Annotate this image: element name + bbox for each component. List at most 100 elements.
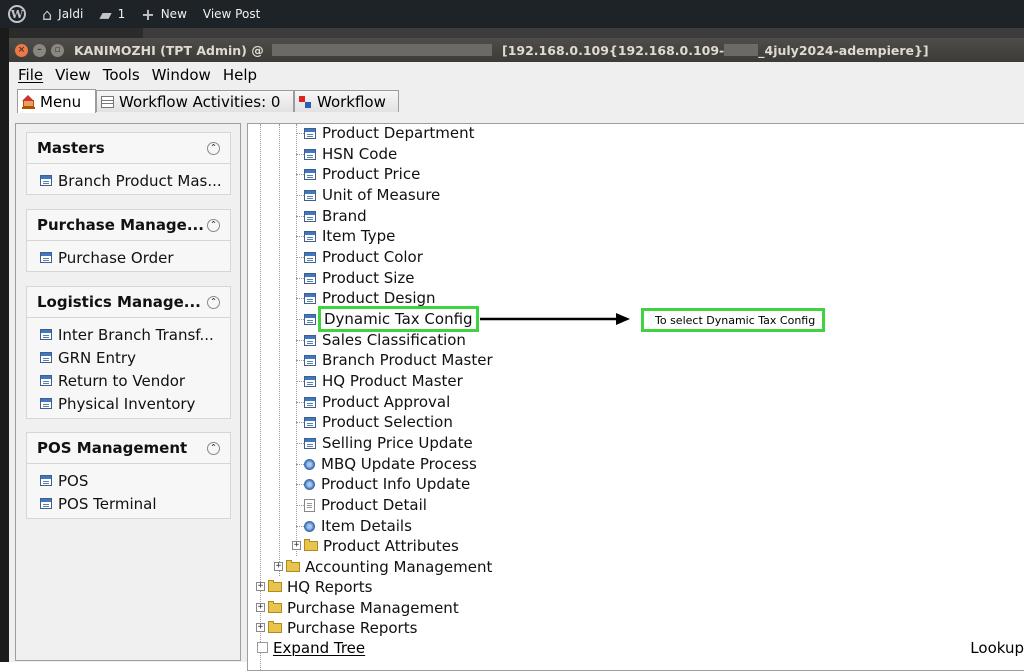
tree-folder[interactable]: + HQ Reports xyxy=(248,577,372,597)
menu-window[interactable]: Window xyxy=(152,66,211,84)
expand-tree-label[interactable]: Expand Tree xyxy=(273,639,365,657)
tree-item[interactable]: HQ Product Master xyxy=(296,371,463,391)
table-icon xyxy=(101,95,114,108)
maximize-window-button[interactable]: ▫ xyxy=(51,43,64,57)
favorite-item[interactable]: GRN Entry xyxy=(27,346,230,369)
group-title: Logistics Manage... xyxy=(37,293,201,311)
window-icon xyxy=(304,354,316,366)
group-title: Masters xyxy=(37,139,105,157)
window-icon xyxy=(304,272,316,284)
adempiere-window: × – ▫ KANIMOZHI (TPT Admin) @ [192.168.0… xyxy=(9,38,1024,671)
tree-item[interactable]: Unit of Measure xyxy=(296,185,440,205)
group-title: POS Management xyxy=(37,439,188,457)
tree-item[interactable]: Brand xyxy=(296,206,367,226)
favorite-item[interactable]: Physical Inventory xyxy=(27,392,230,415)
close-window-button[interactable]: × xyxy=(15,43,28,57)
window-icon xyxy=(40,398,52,409)
wp-comments-link[interactable]: ▰ 1 xyxy=(91,0,133,28)
window-icon xyxy=(304,189,316,201)
expand-toggle[interactable]: + xyxy=(274,562,283,571)
tree-folder[interactable]: + Accounting Management xyxy=(266,557,492,577)
wp-site-link[interactable]: ⌂ Jaldi xyxy=(34,0,91,28)
folder-icon xyxy=(286,560,300,572)
plus-icon: + xyxy=(141,4,155,24)
annotation-callout: To select Dynamic Tax Config xyxy=(641,308,825,332)
wp-site-name: Jaldi xyxy=(58,7,84,21)
tree-item[interactable]: Product Approval xyxy=(296,392,450,412)
window-icon xyxy=(304,168,316,180)
comment-icon: ▰ xyxy=(99,4,112,24)
folder-icon xyxy=(268,621,282,633)
tree-item[interactable]: Item Details xyxy=(296,516,412,536)
tree-item[interactable]: Selling Price Update xyxy=(296,433,473,453)
expand-toggle[interactable]: + xyxy=(292,541,301,550)
window-icon xyxy=(40,252,52,263)
tree-item-dynamic-tax-config[interactable]: Dynamic Tax Config xyxy=(296,306,479,332)
favorite-item[interactable]: Inter Branch Transf... xyxy=(27,323,230,346)
menu-tools[interactable]: Tools xyxy=(103,66,140,84)
favorite-item[interactable]: Branch Product Mas... xyxy=(27,169,230,192)
wordpress-icon: W xyxy=(8,5,26,23)
home-icon: ⌂ xyxy=(42,4,53,24)
minimize-window-button[interactable]: – xyxy=(33,43,46,57)
tree-item[interactable]: MBQ Update Process xyxy=(296,454,477,474)
favorite-item[interactable]: Purchase Order xyxy=(27,246,230,269)
expand-toggle[interactable]: + xyxy=(256,623,265,632)
tree-item[interactable]: Product Selection xyxy=(296,412,453,432)
tab-workflow[interactable]: Workflow xyxy=(294,90,399,112)
tab-workflow-activities[interactable]: Workflow Activities: 0 xyxy=(96,90,294,112)
expand-toggle[interactable]: + xyxy=(256,582,265,591)
home-icon xyxy=(22,94,35,109)
tab-menu[interactable]: Menu xyxy=(17,89,96,113)
wp-view-post-label: View Post xyxy=(202,7,261,21)
background-edge xyxy=(0,28,9,662)
tree-item[interactable]: Product Department xyxy=(296,124,475,143)
tree-item[interactable]: Product Price xyxy=(296,164,420,184)
folder-icon xyxy=(304,539,318,551)
window-icon xyxy=(304,416,316,428)
tree-item[interactable]: Product Info Update xyxy=(296,474,470,494)
menu-file[interactable]: File xyxy=(18,66,43,84)
folder-icon xyxy=(268,580,282,592)
collapse-icon[interactable]: ⌃ xyxy=(207,218,220,232)
menu-help[interactable]: Help xyxy=(223,66,257,84)
workflow-icon xyxy=(299,95,312,108)
window-icon xyxy=(304,127,316,139)
tree-item[interactable]: Sales Classification xyxy=(296,330,466,350)
tree-item[interactable]: Product Color xyxy=(296,247,423,267)
expand-tree-checkbox[interactable] xyxy=(257,642,268,653)
tree-item[interactable]: Branch Product Master xyxy=(296,350,493,370)
document-icon xyxy=(304,498,315,512)
wp-admin-bar: W ⌂ Jaldi ▰ 1 + New View Post xyxy=(0,0,1024,28)
tree-item[interactable]: Product Design xyxy=(296,288,436,308)
lookup-label[interactable]: Lookup xyxy=(970,639,1024,657)
collapse-icon[interactable]: ⌃ xyxy=(207,441,220,455)
collapse-icon[interactable]: ⌃ xyxy=(207,141,220,155)
collapse-icon[interactable]: ⌃ xyxy=(207,295,220,309)
window-icon xyxy=(40,175,52,186)
tree-item[interactable]: Item Type xyxy=(296,226,395,246)
tree-item[interactable]: Product Detail xyxy=(296,495,427,515)
process-icon xyxy=(304,458,315,470)
window-titlebar[interactable]: × – ▫ KANIMOZHI (TPT Admin) @ [192.168.0… xyxy=(9,38,1024,62)
window-icon xyxy=(40,329,52,340)
tree-item[interactable]: Product Size xyxy=(296,268,415,288)
tree-item[interactable]: HSN Code xyxy=(296,144,397,164)
wp-view-post-link[interactable]: View Post xyxy=(195,0,268,28)
tree-folder[interactable]: + Purchase Management xyxy=(248,598,459,618)
menu-tree-panel[interactable]: Product Department HSN Code Product Pric… xyxy=(247,123,1024,671)
favorite-item[interactable]: Return to Vendor xyxy=(27,369,230,392)
favorite-item[interactable]: POS Terminal xyxy=(27,492,230,515)
favorites-group-pos: POS Management ⌃ POS POS Terminal xyxy=(26,432,231,519)
tab-workflow-activities-label: Workflow Activities: 0 xyxy=(119,92,281,111)
tree-folder[interactable]: + Product Attributes xyxy=(284,536,459,556)
menu-view[interactable]: View xyxy=(55,66,91,84)
wp-logo-button[interactable]: W xyxy=(0,0,34,28)
annotation-arrow xyxy=(480,313,630,325)
wp-comments-count: 1 xyxy=(117,7,126,21)
window-icon xyxy=(40,352,52,363)
favorite-item[interactable]: POS xyxy=(27,469,230,492)
wp-new-link[interactable]: + New xyxy=(133,0,195,28)
callout-text: To select Dynamic Tax Config xyxy=(655,313,816,327)
expand-toggle[interactable]: + xyxy=(256,603,265,612)
